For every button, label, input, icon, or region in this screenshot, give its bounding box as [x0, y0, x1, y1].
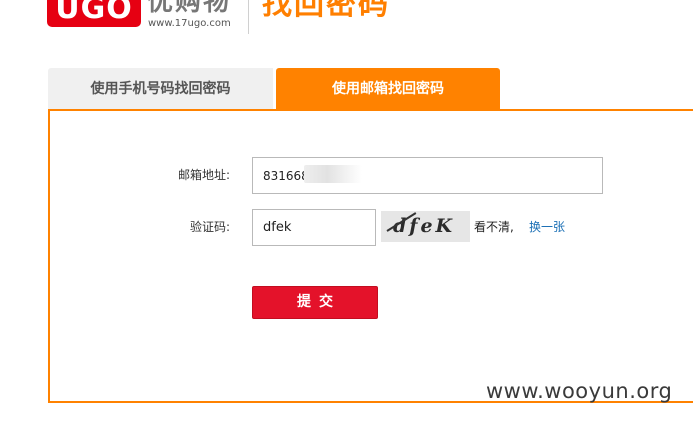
logo-url: www.17ugo.com: [148, 18, 231, 29]
refresh-captcha-link[interactable]: 换一张: [529, 219, 565, 235]
captcha-image[interactable]: dfeK: [381, 211, 470, 242]
logo-chinese-name: 优购物: [147, 0, 232, 17]
ugo-logo[interactable]: UGO: [47, 0, 141, 27]
submit-button[interactable]: 提交: [252, 286, 378, 319]
email-redaction-blur: [304, 165, 362, 183]
email-label: 邮箱地址:: [177, 168, 230, 182]
find-password-page: UGO 优购物 www.17ugo.com 找回密码 使用手机号码找回密码 使用…: [0, 0, 693, 421]
captcha-image-text: dfeK: [393, 215, 456, 237]
page-title: 找回密码: [262, 0, 390, 22]
recovery-form-panel: [48, 109, 693, 403]
watermark: www.wooyun.org: [486, 379, 673, 403]
tab-email-recovery[interactable]: 使用邮箱找回密码: [276, 68, 500, 110]
tab-phone-recovery[interactable]: 使用手机号码找回密码: [48, 68, 273, 110]
header-divider: [248, 0, 249, 34]
unclear-hint: 看不清,: [474, 220, 514, 234]
captcha-label: 验证码:: [189, 220, 230, 234]
captcha-input[interactable]: [252, 209, 376, 246]
